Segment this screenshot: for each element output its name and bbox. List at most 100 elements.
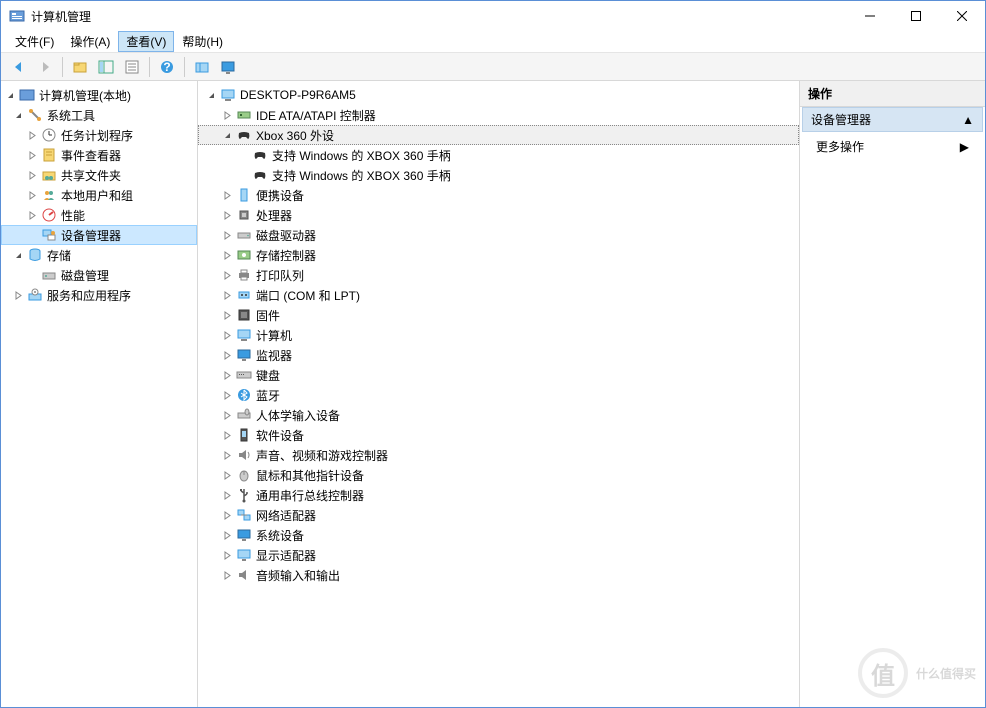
chevron-right-icon[interactable]: [11, 288, 25, 302]
tree-label: 存储控制器: [256, 247, 316, 264]
device-software[interactable]: 软件设备: [198, 425, 799, 445]
maximize-button[interactable]: [893, 1, 939, 31]
chevron-right-icon[interactable]: [220, 468, 234, 482]
device-processor[interactable]: 处理器: [198, 205, 799, 225]
tree-disk-mgmt[interactable]: 磁盘管理: [1, 265, 197, 285]
menu-file[interactable]: 文件(F): [7, 31, 62, 52]
chevron-right-icon[interactable]: [220, 228, 234, 242]
device-usb[interactable]: 通用串行总线控制器: [198, 485, 799, 505]
chevron-right-icon[interactable]: [25, 208, 39, 222]
chevron-right-icon[interactable]: [220, 328, 234, 342]
tree-label: 便携设备: [256, 187, 304, 204]
chevron-right-icon[interactable]: [25, 128, 39, 142]
forward-button[interactable]: [33, 55, 57, 79]
tree-storage[interactable]: 存储: [1, 245, 197, 265]
more-actions[interactable]: 更多操作 ▶: [800, 132, 985, 161]
gamepad-icon: [236, 127, 252, 143]
chevron-right-icon[interactable]: [220, 408, 234, 422]
center-tree-pane[interactable]: DESKTOP-P9R6AM5 IDE ATA/ATAPI 控制器 Xbox 3…: [198, 81, 800, 707]
tree-event-viewer[interactable]: 事件查看器: [1, 145, 197, 165]
device-firmware[interactable]: 固件: [198, 305, 799, 325]
chevron-right-icon[interactable]: [25, 168, 39, 182]
tree-root-local[interactable]: 计算机管理(本地): [1, 85, 197, 105]
toolbar: ?: [1, 53, 985, 81]
tree-device-manager[interactable]: 设备管理器: [1, 225, 197, 245]
window-controls: [847, 1, 985, 31]
chevron-down-icon[interactable]: [11, 248, 25, 262]
device-system[interactable]: 系统设备: [198, 525, 799, 545]
tree-system-tools[interactable]: 系统工具: [1, 105, 197, 125]
chevron-down-icon[interactable]: [3, 88, 17, 102]
chevron-right-icon[interactable]: [220, 268, 234, 282]
device-root[interactable]: DESKTOP-P9R6AM5: [198, 85, 799, 105]
device-audio[interactable]: 音频输入和输出: [198, 565, 799, 585]
chevron-right-icon[interactable]: [220, 528, 234, 542]
device-mouse[interactable]: 鼠标和其他指针设备: [198, 465, 799, 485]
tree-label: 软件设备: [256, 427, 304, 444]
chevron-right-icon[interactable]: [220, 448, 234, 462]
device-portable[interactable]: 便携设备: [198, 185, 799, 205]
chevron-right-icon[interactable]: [220, 188, 234, 202]
chevron-right-icon[interactable]: [25, 188, 39, 202]
tree-shared-folders[interactable]: 共享文件夹: [1, 165, 197, 185]
chevron-right-icon[interactable]: [220, 348, 234, 362]
chevron-down-icon[interactable]: [11, 108, 25, 122]
device-monitor[interactable]: 监视器: [198, 345, 799, 365]
chevron-right-icon[interactable]: [220, 548, 234, 562]
actions-section[interactable]: 设备管理器 ▲: [802, 107, 983, 132]
menu-view[interactable]: 查看(V): [118, 31, 174, 52]
chevron-right-icon[interactable]: [220, 568, 234, 582]
tree-local-users[interactable]: 本地用户和组: [1, 185, 197, 205]
device-computer[interactable]: 计算机: [198, 325, 799, 345]
chevron-right-icon[interactable]: [220, 368, 234, 382]
left-tree-pane[interactable]: 计算机管理(本地) 系统工具 任务计划程序 事件查看器 共享文件夹: [1, 81, 198, 707]
toolbar-separator: [149, 57, 150, 77]
tree-task-scheduler[interactable]: 任务计划程序: [1, 125, 197, 145]
device-keyboard[interactable]: 键盘: [198, 365, 799, 385]
up-button[interactable]: [68, 55, 92, 79]
device-xbox-child[interactable]: 支持 Windows 的 XBOX 360 手柄: [198, 165, 799, 185]
device-hid[interactable]: 人体学输入设备: [198, 405, 799, 425]
chevron-right-icon[interactable]: [220, 208, 234, 222]
storage-icon: [27, 247, 43, 263]
device-disk-drive[interactable]: 磁盘驱动器: [198, 225, 799, 245]
chevron-right-icon[interactable]: [220, 428, 234, 442]
device-xbox[interactable]: Xbox 360 外设: [198, 125, 799, 145]
chevron-right-icon[interactable]: [220, 108, 234, 122]
device-ide[interactable]: IDE ATA/ATAPI 控制器: [198, 105, 799, 125]
device-network[interactable]: 网络适配器: [198, 505, 799, 525]
menu-help[interactable]: 帮助(H): [174, 31, 231, 52]
close-button[interactable]: [939, 1, 985, 31]
chevron-right-icon[interactable]: [25, 148, 39, 162]
minimize-button[interactable]: [847, 1, 893, 31]
speaker-icon: [236, 447, 252, 463]
chevron-down-icon[interactable]: [204, 88, 218, 102]
monitor-button[interactable]: [216, 55, 240, 79]
device-storage-ctrl[interactable]: 存储控制器: [198, 245, 799, 265]
device-ports[interactable]: 端口 (COM 和 LPT): [198, 285, 799, 305]
chevron-right-icon[interactable]: [220, 288, 234, 302]
port-icon: [236, 287, 252, 303]
device-bluetooth[interactable]: 蓝牙: [198, 385, 799, 405]
help-button[interactable]: ?: [155, 55, 179, 79]
show-hide-tree-button[interactable]: [94, 55, 118, 79]
storage-ctrl-icon: [236, 247, 252, 263]
back-button[interactable]: [7, 55, 31, 79]
chevron-right-icon[interactable]: [220, 488, 234, 502]
chevron-right-icon[interactable]: [220, 308, 234, 322]
device-print-queue[interactable]: 打印队列: [198, 265, 799, 285]
tree-services[interactable]: 服务和应用程序: [1, 285, 197, 305]
device-sound[interactable]: 声音、视频和游戏控制器: [198, 445, 799, 465]
gamepad-icon: [252, 167, 268, 183]
chevron-right-icon[interactable]: [220, 388, 234, 402]
tree-label: 事件查看器: [61, 147, 121, 164]
scan-button[interactable]: [190, 55, 214, 79]
menu-action[interactable]: 操作(A): [62, 31, 118, 52]
chevron-down-icon[interactable]: [220, 128, 234, 142]
tree-performance[interactable]: 性能: [1, 205, 197, 225]
properties-button[interactable]: [120, 55, 144, 79]
chevron-right-icon[interactable]: [220, 248, 234, 262]
device-xbox-child[interactable]: 支持 Windows 的 XBOX 360 手柄: [198, 145, 799, 165]
chevron-right-icon[interactable]: [220, 508, 234, 522]
device-display[interactable]: 显示适配器: [198, 545, 799, 565]
